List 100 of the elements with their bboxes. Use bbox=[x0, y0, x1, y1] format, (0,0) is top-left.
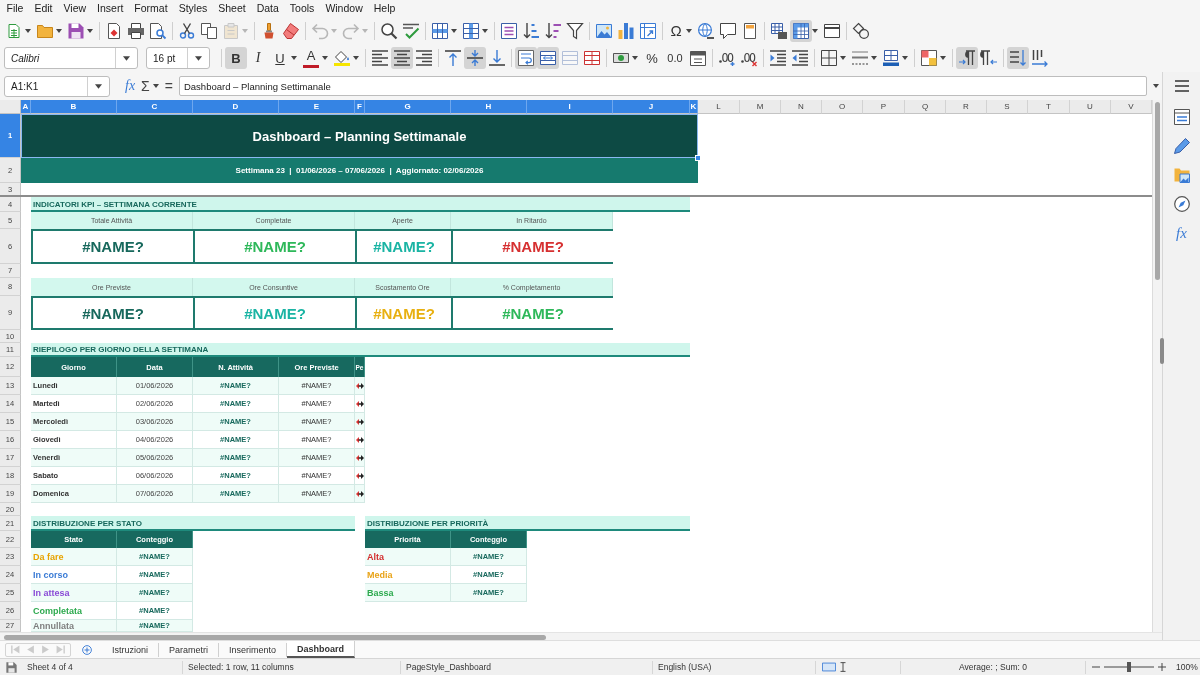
compass-icon[interactable] bbox=[1173, 196, 1190, 212]
dropdown-caret-icon[interactable] bbox=[686, 28, 692, 33]
conditional-format-icon[interactable] bbox=[921, 50, 937, 66]
column-header[interactable]: P bbox=[863, 100, 905, 114]
dropdown-caret-icon[interactable] bbox=[1153, 84, 1159, 88]
font-name-combobox[interactable]: Calibri bbox=[4, 47, 138, 69]
print-preview-icon[interactable] bbox=[150, 22, 166, 39]
plus-icon[interactable] bbox=[1158, 663, 1166, 671]
banknote-icon[interactable] bbox=[613, 50, 629, 66]
dropdown-caret-icon[interactable] bbox=[152, 84, 159, 88]
dropdown-caret-icon[interactable] bbox=[123, 55, 130, 61]
percent-button[interactable]: % bbox=[641, 47, 663, 69]
function-wizard-button[interactable]: fx bbox=[122, 76, 139, 96]
column-header[interactable]: U bbox=[1070, 100, 1111, 114]
name-box[interactable]: A1:K1 bbox=[4, 75, 110, 97]
freeze-panes-icon[interactable] bbox=[790, 19, 812, 42]
dropdown-caret-icon[interactable] bbox=[87, 28, 93, 33]
sum-button[interactable]: Σ bbox=[138, 76, 153, 96]
sheet-tab[interactable]: Parametri bbox=[159, 642, 220, 657]
column-header[interactable]: D bbox=[193, 100, 279, 114]
column-header[interactable]: H bbox=[451, 100, 527, 114]
column-header[interactable]: J bbox=[613, 100, 690, 114]
speech-bubble-icon[interactable] bbox=[720, 22, 736, 39]
table-arrow-icon[interactable] bbox=[640, 22, 656, 39]
align-right-icon[interactable] bbox=[416, 50, 432, 66]
outdent-icon[interactable] bbox=[792, 50, 808, 66]
merge-center-icon[interactable] bbox=[537, 47, 559, 69]
merge-cells-icon[interactable] bbox=[562, 50, 578, 66]
column-header[interactable]: V bbox=[1111, 100, 1152, 114]
menu-item[interactable]: Data bbox=[251, 2, 285, 15]
italic-button[interactable]: I bbox=[247, 47, 269, 69]
column-header[interactable]: R bbox=[946, 100, 987, 114]
dropdown-caret-icon[interactable] bbox=[95, 83, 102, 89]
column-header[interactable]: S bbox=[987, 100, 1028, 114]
text-horizontal-icon[interactable] bbox=[1007, 47, 1029, 69]
copy-icon[interactable] bbox=[201, 22, 217, 39]
font-size-combobox[interactable]: 16 pt bbox=[146, 47, 210, 69]
font-color-button[interactable]: A bbox=[303, 48, 319, 68]
slider-thumb[interactable] bbox=[1127, 662, 1131, 672]
borders-icon[interactable] bbox=[821, 50, 837, 66]
menu-item[interactable]: Styles bbox=[173, 2, 213, 15]
shapes-icon[interactable] bbox=[853, 22, 869, 39]
dropdown-caret-icon[interactable] bbox=[940, 56, 946, 60]
underline-button[interactable]: U bbox=[269, 47, 291, 69]
wrap-text-icon[interactable] bbox=[515, 47, 537, 69]
bar-chart-icon[interactable] bbox=[618, 22, 634, 39]
dropdown-caret-icon[interactable] bbox=[56, 28, 62, 33]
dropdown-caret-icon[interactable] bbox=[195, 55, 202, 61]
align-top-icon[interactable] bbox=[445, 50, 461, 66]
column-header[interactable]: N bbox=[781, 100, 822, 114]
split-window-icon[interactable] bbox=[824, 22, 840, 39]
dropdown-caret-icon[interactable] bbox=[482, 28, 488, 33]
sidebar-grip-handle[interactable] bbox=[1160, 338, 1164, 364]
table-printer-icon[interactable] bbox=[771, 22, 787, 39]
globe-link-icon[interactable] bbox=[698, 22, 714, 39]
column-header[interactable]: I bbox=[527, 100, 613, 114]
formula-button[interactable]: = bbox=[161, 76, 176, 96]
bold-button[interactable]: B bbox=[225, 47, 247, 69]
column-header[interactable]: G bbox=[365, 100, 451, 114]
menu-item[interactable]: View bbox=[58, 2, 92, 15]
printer-icon[interactable] bbox=[128, 22, 144, 39]
align-center-icon[interactable] bbox=[391, 47, 413, 69]
align-left-icon[interactable] bbox=[372, 50, 388, 66]
filter-icon[interactable] bbox=[567, 22, 583, 39]
text-vertical-icon[interactable] bbox=[1032, 50, 1048, 66]
formula-input[interactable]: Dashboard – Planning Settimanale bbox=[178, 76, 1147, 96]
column-header[interactable]: L bbox=[698, 100, 740, 114]
border-color-icon[interactable] bbox=[883, 50, 899, 66]
special-character-button[interactable]: Ω bbox=[666, 19, 686, 42]
language-label[interactable]: English (USA) bbox=[658, 662, 712, 672]
indent-icon[interactable] bbox=[770, 50, 786, 66]
dropdown-caret-icon[interactable] bbox=[451, 28, 457, 33]
dropdown-caret-icon[interactable] bbox=[632, 56, 638, 60]
pencil-icon[interactable] bbox=[1173, 138, 1190, 154]
calendar-icon[interactable] bbox=[690, 50, 706, 66]
menu-item[interactable]: Help bbox=[368, 2, 401, 15]
sheet-tab[interactable]: Dashboard bbox=[287, 641, 356, 658]
page-style-label[interactable]: PageStyle_Dashboard bbox=[406, 662, 492, 672]
menu-item[interactable]: Window bbox=[319, 2, 369, 15]
sort-list-icon[interactable] bbox=[501, 22, 517, 39]
decimal-format-button[interactable]: 0.0 bbox=[663, 47, 687, 69]
eraser-icon[interactable] bbox=[283, 22, 299, 39]
panel-icon[interactable] bbox=[1173, 109, 1190, 125]
sort-ascending-icon[interactable] bbox=[523, 22, 539, 39]
folder-picture-icon[interactable] bbox=[1173, 167, 1190, 183]
menu-item[interactable]: File bbox=[1, 2, 29, 15]
functions-button[interactable]: fx bbox=[1176, 225, 1187, 241]
page-header-icon[interactable] bbox=[742, 22, 758, 39]
column-header[interactable]: E bbox=[279, 100, 355, 114]
zoom-percentage[interactable]: 100% bbox=[1176, 662, 1198, 672]
clipboard-icon[interactable] bbox=[223, 22, 239, 39]
add-sheet-icon[interactable] bbox=[82, 644, 92, 655]
delete-decimal-icon[interactable] bbox=[741, 50, 757, 66]
align-bottom-icon[interactable] bbox=[489, 50, 505, 66]
add-decimal-icon[interactable] bbox=[719, 50, 735, 66]
sort-descending-icon[interactable] bbox=[545, 22, 561, 39]
menu-item[interactable]: Format bbox=[128, 2, 174, 15]
table-column-icon[interactable] bbox=[463, 22, 479, 39]
column-header[interactable]: O bbox=[822, 100, 863, 114]
text-checkmark-icon[interactable] bbox=[403, 22, 419, 39]
